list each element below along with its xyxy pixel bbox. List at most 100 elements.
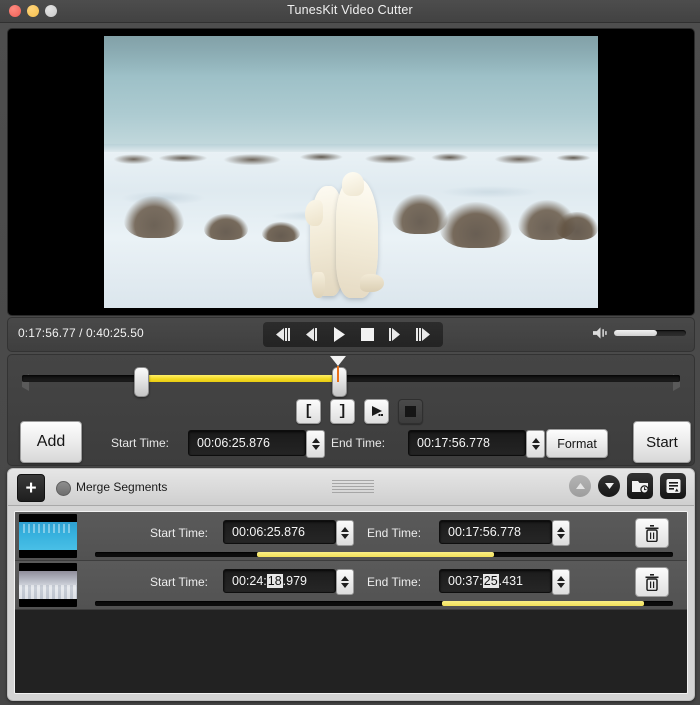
open-output-folder-button[interactable] xyxy=(627,473,653,499)
video-image-polar-bears xyxy=(104,36,598,308)
chevron-down-icon xyxy=(557,583,565,588)
delete-segment-button[interactable] xyxy=(635,567,669,597)
playhead-stem xyxy=(336,366,339,382)
end-time-stepper[interactable] xyxy=(526,430,545,458)
trim-action-row: Add Start Time: 00:06:25.876 End Time: 0… xyxy=(8,421,694,463)
end-time-selection: 25 xyxy=(482,574,499,588)
window-title: TunesKit Video Cutter xyxy=(287,3,413,17)
segments-panel: + Merge Segments Start Time: 00:06:25.87… xyxy=(7,468,695,701)
stop-icon xyxy=(360,328,374,341)
skip-back-fast-icon xyxy=(276,328,290,341)
segment-thumbnail xyxy=(19,514,77,558)
video-frame xyxy=(104,29,598,315)
start-button[interactable]: Start xyxy=(633,421,691,463)
prev-frame-button[interactable] xyxy=(300,325,322,344)
end-time-prefix: 00:37: xyxy=(448,574,483,588)
bush-shrub xyxy=(556,212,598,240)
segment-range-fill xyxy=(441,601,645,606)
volume-slider[interactable] xyxy=(614,330,686,336)
segments-list: Start Time: 00:06:25.876 End Time: 00:17… xyxy=(14,511,688,694)
next-frame-fast-button[interactable] xyxy=(412,325,434,344)
set-end-button[interactable]: ] xyxy=(330,399,355,424)
segment-range-bar[interactable] xyxy=(95,601,673,606)
timeline-slider[interactable] xyxy=(22,356,680,397)
stop-button[interactable] xyxy=(356,325,378,344)
chevron-up-icon xyxy=(531,438,540,443)
start-time-input[interactable]: 00:06:25.876 xyxy=(223,520,336,544)
end-time-label: End Time: xyxy=(367,526,422,540)
playback-controls xyxy=(263,322,443,347)
end-time-stepper[interactable] xyxy=(552,520,570,546)
transport-bar: 0:17:56.77 / 0:40:25.50 xyxy=(7,317,695,352)
start-time-stepper[interactable] xyxy=(336,569,354,595)
timecode-display: 0:17:56.77 / 0:40:25.50 xyxy=(18,326,144,340)
start-time-label: Start Time: xyxy=(111,436,170,450)
segments-empty-area xyxy=(15,610,687,693)
segment-range-fill xyxy=(256,552,494,557)
next-frame-button[interactable] xyxy=(384,325,406,344)
delete-segment-button[interactable] xyxy=(635,518,669,548)
bush-shrub xyxy=(440,202,512,248)
volume-slider-fill xyxy=(614,330,658,336)
title-bar: TunesKit Video Cutter xyxy=(0,0,700,23)
segment-options-button[interactable] xyxy=(660,473,686,499)
stop-square-icon xyxy=(405,406,416,417)
prev-frame-fast-button[interactable] xyxy=(272,325,294,344)
chevron-down-icon xyxy=(341,583,349,588)
app-window: TunesKit Video Cutter 0:17:56.77 / 0:40:… xyxy=(0,0,700,705)
table-row[interactable]: Start Time: 00:06:25.876 End Time: 00:17… xyxy=(15,512,687,561)
trash-icon xyxy=(645,573,659,591)
chevron-up-icon xyxy=(557,527,565,532)
end-time-prefix: 00:17:56.778 xyxy=(448,525,521,539)
segments-header-buttons xyxy=(569,473,686,499)
start-time-label: Start Time: xyxy=(150,575,209,589)
step-back-icon xyxy=(306,328,317,341)
end-time-input[interactable]: 00:17:56.778 xyxy=(408,430,526,456)
folder-clock-icon xyxy=(632,481,649,494)
chevron-up-icon xyxy=(341,527,349,532)
end-time-stepper[interactable] xyxy=(552,569,570,595)
bush-shrub xyxy=(204,214,248,240)
blue-water-thumbnail xyxy=(19,522,77,550)
chevron-up-icon xyxy=(557,576,565,581)
segment-thumbnail xyxy=(19,563,77,607)
set-start-bracket-icon: [ xyxy=(303,403,313,420)
start-time-stepper[interactable] xyxy=(306,430,325,458)
add-segment-button[interactable]: + xyxy=(17,474,45,502)
end-time-input[interactable]: 00:37: 25.431 xyxy=(439,569,552,593)
end-time-input[interactable]: 00:17:56.778 xyxy=(439,520,552,544)
ice-sky-thumbnail xyxy=(19,571,77,599)
merge-segments-checkbox[interactable] xyxy=(56,481,71,496)
segment-range-bar[interactable] xyxy=(95,552,673,557)
trim-end-handle[interactable] xyxy=(331,367,347,397)
timeline-track[interactable] xyxy=(22,375,680,382)
chevron-down-icon xyxy=(311,445,320,450)
table-row[interactable]: Start Time: 00:24: 18.979 End Time: 00:37… xyxy=(15,561,687,610)
panel-drag-grip[interactable] xyxy=(332,480,374,495)
format-button[interactable]: Format xyxy=(546,429,608,458)
set-start-button[interactable]: [ xyxy=(296,399,321,424)
start-time-label: Start Time: xyxy=(150,526,209,540)
trim-start-handle[interactable] xyxy=(134,367,150,397)
video-preview-panel[interactable] xyxy=(7,28,695,316)
volume-control[interactable] xyxy=(593,326,686,340)
add-button[interactable]: Add xyxy=(20,421,82,463)
bush-shrub xyxy=(262,222,300,242)
start-time-input[interactable]: 00:24: 18.979 xyxy=(223,569,336,593)
preview-clip-button[interactable] xyxy=(364,399,389,424)
plus-icon: + xyxy=(25,477,37,499)
end-time-label: End Time: xyxy=(367,575,422,589)
start-time-prefix: 00:06:25.876 xyxy=(232,525,305,539)
move-down-button[interactable] xyxy=(598,475,620,497)
play-button[interactable] xyxy=(328,325,350,344)
trim-panel: [ ] Add Start Time: 00:06:25.876 End Tim… xyxy=(7,354,695,466)
playhead-marker[interactable] xyxy=(329,356,346,382)
end-time-label: End Time: xyxy=(331,436,386,450)
start-time-stepper[interactable] xyxy=(336,520,354,546)
skip-forward-fast-icon xyxy=(416,328,430,341)
chevron-up-icon xyxy=(311,438,320,443)
chevron-up-icon xyxy=(341,576,349,581)
start-time-input[interactable]: 00:06:25.876 xyxy=(188,430,306,456)
segments-header: + Merge Segments xyxy=(8,469,694,506)
start-time-prefix: 00:24: xyxy=(232,574,267,588)
